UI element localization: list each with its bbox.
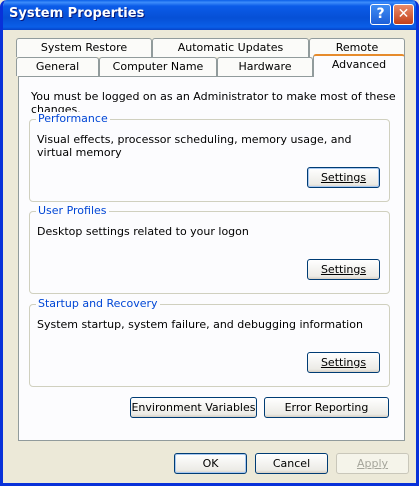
user-profiles-group: User Profiles Desktop settings related t…: [29, 204, 390, 294]
title-bar[interactable]: System Properties ? ✕: [3, 0, 416, 30]
user-profiles-settings-button[interactable]: Settings: [307, 259, 380, 280]
help-icon: ?: [376, 6, 385, 22]
performance-settings-label: Settings: [320, 171, 367, 184]
performance-group-title: Performance: [36, 112, 110, 125]
cancel-label: Cancel: [272, 457, 311, 470]
ok-label: OK: [202, 457, 219, 470]
system-properties-window: System Properties ? ✕ System Restore Aut…: [0, 0, 419, 486]
apply-button[interactable]: Apply: [336, 453, 409, 474]
performance-group: Performance Visual effects, processor sc…: [29, 112, 390, 202]
close-button[interactable]: ✕: [393, 4, 414, 25]
window-title: System Properties: [9, 6, 145, 21]
user-profiles-settings-label: Settings: [320, 263, 367, 276]
cancel-button[interactable]: Cancel: [255, 453, 328, 474]
user-profiles-description: Desktop settings related to your logon: [37, 225, 249, 238]
performance-description: Visual effects, processor scheduling, me…: [37, 133, 352, 159]
tab-advanced[interactable]: Advanced: [313, 54, 405, 77]
user-profiles-group-title: User Profiles: [36, 204, 109, 217]
tab-hardware[interactable]: Hardware: [217, 57, 313, 76]
startup-recovery-description: System startup, system failure, and debu…: [37, 318, 363, 331]
startup-recovery-settings-label: Settings: [320, 356, 367, 369]
startup-recovery-group-title: Startup and Recovery: [36, 297, 160, 310]
environment-variables-button[interactable]: Environment Variables: [130, 397, 257, 418]
tab-automatic-updates[interactable]: Automatic Updates: [152, 38, 309, 57]
error-reporting-button[interactable]: Error Reporting: [264, 397, 389, 418]
tab-system-restore[interactable]: System Restore: [16, 38, 152, 57]
startup-recovery-settings-button[interactable]: Settings: [307, 352, 380, 373]
startup-recovery-group: Startup and Recovery System startup, sys…: [29, 297, 390, 387]
apply-label: Apply: [356, 457, 389, 470]
advanced-tab-panel: You must be logged on as an Administrato…: [18, 76, 405, 441]
tab-computer-name[interactable]: Computer Name: [99, 57, 217, 76]
ok-button[interactable]: OK: [174, 453, 247, 474]
environment-variables-label: Environment Variables: [131, 401, 256, 414]
close-icon: ✕: [397, 6, 410, 22]
error-reporting-label: Error Reporting: [284, 401, 369, 414]
tab-general[interactable]: General: [16, 57, 99, 76]
help-button[interactable]: ?: [370, 4, 391, 25]
performance-settings-button[interactable]: Settings: [307, 167, 380, 188]
